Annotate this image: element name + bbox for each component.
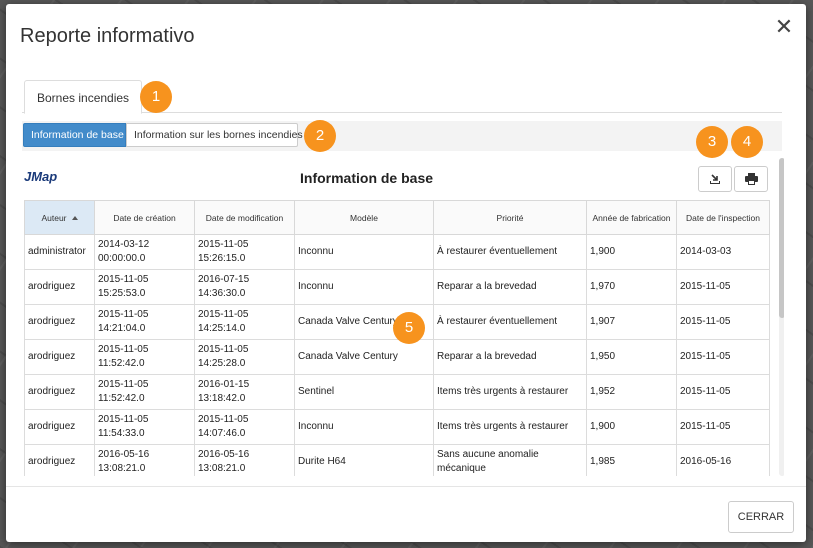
table-cell: Sentinel [294,374,434,410]
table-header-row: Auteur Date de création Date de modificati… [24,200,770,235]
column-header-label: Année de fabrication [592,212,671,223]
export-icon [710,174,720,184]
column-header-4[interactable]: Priorité [433,200,587,235]
table-cell: Canada Valve Century [294,339,434,375]
table-cell: 1,950 [586,339,677,375]
table-row[interactable]: arodriguez 2015-11-05 11:52:42.0 2015-11-0… [24,339,770,375]
column-header-1[interactable]: Date de création [94,200,195,235]
column-header-label: Auteur [41,212,67,223]
table-cell: 1,900 [586,234,677,270]
close-icon[interactable]: ✕ [774,16,794,38]
tab-bornes-incendies[interactable]: Bornes incendies [24,80,143,114]
table-cell: 2015-11-05 14:07:46.0 [194,409,295,445]
table-row[interactable]: arodriguez 2015-11-05 11:54:33.0 2015-11-0… [24,409,770,445]
table-cell: Items très urgents à restaurer [433,374,587,410]
tab-bar: Bornes incendies [22,80,782,114]
sort-ascending-icon [71,216,78,221]
printer-icon [745,173,758,185]
table-cell: À restaurer éventuellement [433,304,587,340]
column-header-label: Modèle [350,212,378,223]
column-header-5[interactable]: Année de fabrication [586,200,677,235]
table-row[interactable]: arodriguez 2015-11-05 15:25:53.0 2016-07-1… [24,269,770,305]
subtab-information-de-base[interactable]: Information de base [23,123,126,147]
table-cell: Reparar a la brevedad [433,269,587,305]
column-header-label: Date de modification [205,212,284,223]
table-cell: 2016-01-15 13:18:42.0 [194,374,295,410]
table-cell: 2016-05-16 13:08:21.0 [94,444,195,476]
table-cell: Durite H64 [294,444,434,476]
subtab-information-bornes[interactable]: Information sur les bornes incendies [126,123,303,147]
table-cell: Inconnu [294,409,434,445]
column-header-label: Priorité [496,212,524,223]
footer-divider [6,486,806,487]
table-body: administrator 2014-03-12 00:00:00.0 2015-1… [24,234,770,476]
table-cell: Inconnu [294,234,434,270]
table-cell: 2015-11-05 14:25:14.0 [194,304,295,340]
print-button[interactable] [734,166,768,192]
table-cell: arodriguez [24,374,95,410]
vertical-scrollbar[interactable] [779,158,784,476]
table-cell: arodriguez [24,444,95,476]
callout-badge-2: 2 [304,120,336,152]
report-title: Information de base [300,170,434,186]
table-cell: 2015-11-05 [676,409,770,445]
table-cell: 1,900 [586,409,677,445]
table-cell: Reparar a la brevedad [433,339,587,375]
table-cell: 2016-05-16 [676,444,770,476]
column-header-label: Date de l'inspection [686,212,760,223]
column-header-6[interactable]: Date de l'inspection [676,200,770,235]
table-cell: 2015-11-05 11:52:42.0 [94,339,195,375]
table-row[interactable]: arodriguez 2015-11-05 11:52:42.0 2016-01-1… [24,374,770,410]
column-header-3[interactable]: Modèle [294,200,434,235]
callout-badge-4: 4 [731,126,763,158]
table-cell: 2015-11-05 [676,374,770,410]
table-cell: 1,985 [586,444,677,476]
table-cell: 2014-03-03 [676,234,770,270]
table-cell: 2015-11-05 11:54:33.0 [94,409,195,445]
table-cell: 2015-11-05 11:52:42.0 [94,374,195,410]
table-cell: arodriguez [24,269,95,305]
table-cell: 2015-11-05 [676,339,770,375]
callout-badge-5: 5 [393,312,425,344]
table-cell: 2016-07-15 14:36:30.0 [194,269,295,305]
table-cell: administrator [24,234,95,270]
callout-badge-3: 3 [696,126,728,158]
export-button[interactable] [698,166,732,192]
table-cell: 2015-11-05 14:25:28.0 [194,339,295,375]
table-cell: 2015-11-05 [676,269,770,305]
jmap-logo: JMap [24,169,58,184]
table-cell: 2015-11-05 [676,304,770,340]
table-cell: 2016-05-16 13:08:21.0 [194,444,295,476]
column-header-0[interactable]: Auteur [24,200,95,235]
table-cell: Items très urgents à restaurer [433,409,587,445]
callout-badge-1: 1 [140,81,172,113]
column-header-2[interactable]: Date de modification [194,200,295,235]
table-cell: 2014-03-12 00:00:00.0 [94,234,195,270]
table-cell: À restaurer éventuellement [433,234,587,270]
table-cell: 1,907 [586,304,677,340]
table-cell: Sans aucune anomalie mécanique [433,444,587,476]
table-cell: arodriguez [24,339,95,375]
report-dialog: Reporte informativo ✕ Bornes incendies 1… [6,4,806,542]
table-cell: Inconnu [294,269,434,305]
cerrar-button[interactable]: CERRAR [728,501,794,533]
column-header-label: Date de création [113,212,176,223]
subtab-bar: Information de base Information sur les … [22,121,782,151]
table-cell: 2015-11-05 15:25:53.0 [94,269,195,305]
table-cell: 1,952 [586,374,677,410]
table-row[interactable]: arodriguez 2016-05-16 13:08:21.0 2016-05-1… [24,444,770,476]
table-cell: 2015-11-05 15:26:15.0 [194,234,295,270]
dialog-title: Reporte informativo [20,25,195,47]
table-cell: 2015-11-05 14:21:04.0 [94,304,195,340]
scrollbar-thumb[interactable] [779,158,784,318]
table-cell: arodriguez [24,409,95,445]
table-cell: arodriguez [24,304,95,340]
table-cell: 1,970 [586,269,677,305]
table-row[interactable]: administrator 2014-03-12 00:00:00.0 2015-1… [24,234,770,270]
